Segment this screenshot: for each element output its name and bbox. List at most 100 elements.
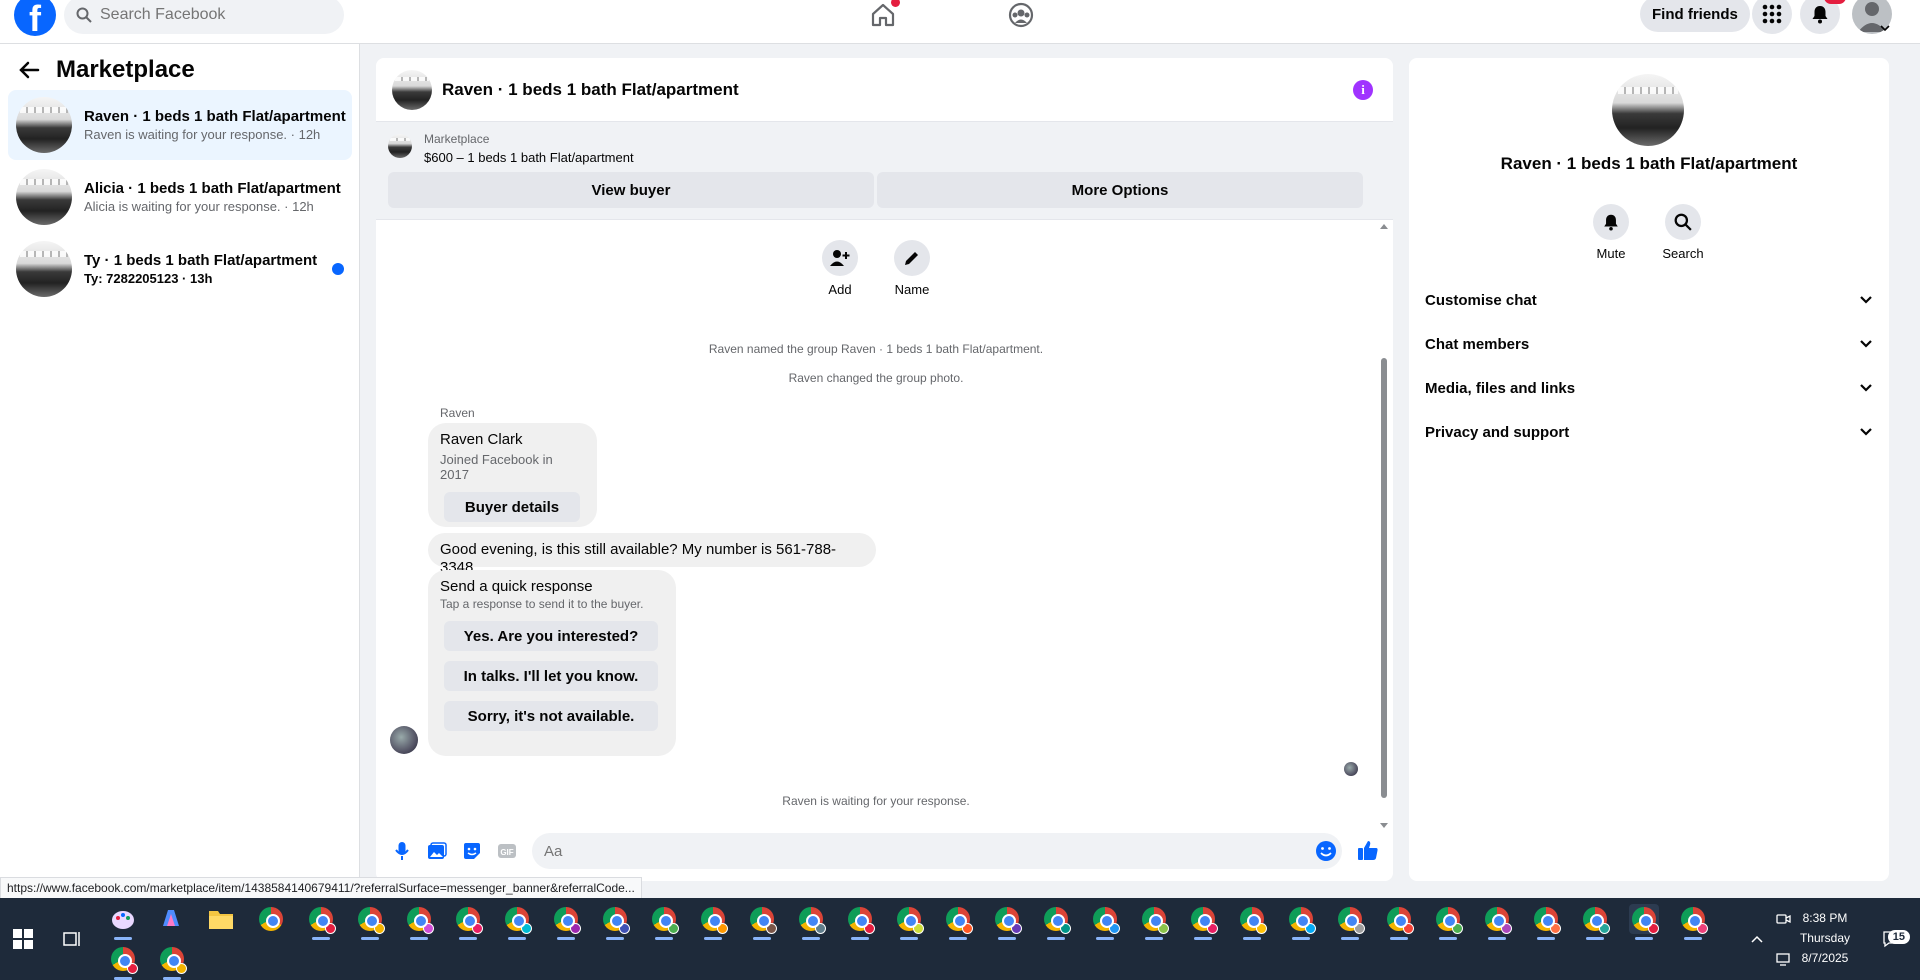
add-people-action[interactable]: Add <box>810 240 870 297</box>
chrome-profile-icon[interactable] <box>355 904 385 940</box>
network-icon[interactable] <box>1768 944 1798 974</box>
search-input[interactable] <box>100 6 320 24</box>
buyer-details-button[interactable]: Buyer details <box>444 492 580 522</box>
chrome-profile-icon[interactable] <box>108 944 138 980</box>
conversation-item[interactable]: Ty · 1 beds 1 bath Flat/apartment Ty: 72… <box>8 234 352 304</box>
chrome-profile-icon[interactable] <box>1041 904 1071 940</box>
chrome-profile-icon[interactable] <box>1384 904 1414 940</box>
section-privacy-support[interactable]: Privacy and support <box>1425 410 1873 454</box>
chat-title: Raven · 1 beds 1 bath Flat/apartment <box>442 79 739 99</box>
notification-count-badge: 15 <box>1887 930 1910 944</box>
chrome-profile-icon[interactable] <box>992 904 1022 940</box>
file-explorer-icon[interactable] <box>206 904 236 934</box>
chrome-profile-icon[interactable] <box>404 904 434 940</box>
home-icon[interactable] <box>868 0 900 30</box>
task-view-icon[interactable] <box>56 924 86 954</box>
chevron-down-icon <box>1860 340 1872 348</box>
chrome-profile-icon[interactable] <box>943 904 973 940</box>
sticker-icon[interactable] <box>460 839 484 863</box>
section-media-files-links[interactable]: Media, files and links <box>1425 366 1873 410</box>
sidebar-header: Marketplace <box>18 56 195 84</box>
microphone-icon[interactable] <box>390 839 414 863</box>
chrome-profile-icon[interactable] <box>600 904 630 940</box>
svg-text:GIF: GIF <box>500 848 513 857</box>
gif-icon[interactable]: GIF <box>495 839 519 863</box>
chrome-profile-icon-active[interactable] <box>1629 904 1659 940</box>
chrome-profile-icon[interactable] <box>1678 904 1708 940</box>
chrome-profile-icon[interactable] <box>1237 904 1267 940</box>
message-input[interactable] <box>532 833 1342 869</box>
listing-thumbnail[interactable] <box>388 134 412 158</box>
chrome-profile-icon[interactable] <box>157 944 187 980</box>
notifications-button[interactable]: 14 <box>1800 0 1846 34</box>
photo-icon[interactable] <box>425 839 449 863</box>
windows-start-icon[interactable] <box>8 924 38 954</box>
groups-icon[interactable] <box>1006 0 1036 30</box>
chrome-profile-icon[interactable] <box>698 904 728 940</box>
search-box[interactable] <box>64 0 344 34</box>
group-avatar[interactable] <box>1612 74 1684 146</box>
system-clock[interactable]: 8:38 PM Thursday 8/7/2025 <box>1800 908 1850 968</box>
chevron-down-icon <box>1880 25 1890 32</box>
quick-response-not-available[interactable]: Sorry, it's not available. <box>444 701 658 731</box>
grid-icon <box>1762 4 1782 24</box>
back-arrow-icon[interactable] <box>18 59 40 81</box>
search-action[interactable]: Search <box>1653 204 1713 261</box>
conversation-title: Ty · 1 beds 1 bath Flat/apartment <box>84 252 318 269</box>
search-icon <box>1674 213 1692 231</box>
sender-avatar[interactable] <box>390 726 418 754</box>
quick-response-yes[interactable]: Yes. Are you interested? <box>444 621 658 651</box>
chrome-profile-icon[interactable] <box>649 904 679 940</box>
paint-app-icon[interactable] <box>108 904 138 940</box>
chrome-profile-icon[interactable] <box>306 904 336 940</box>
info-icon[interactable]: i <box>1353 80 1373 100</box>
chrome-profile-icon[interactable] <box>1286 904 1316 940</box>
chrome-profile-icon[interactable] <box>845 904 875 940</box>
more-options-button[interactable]: More Options <box>877 172 1363 208</box>
chrome-profile-icon[interactable] <box>1482 904 1512 940</box>
chrome-icon[interactable] <box>256 904 286 934</box>
chrome-profile-icon[interactable] <box>1580 904 1610 940</box>
bell-icon <box>1604 214 1618 231</box>
system-message: Raven changed the group photo. <box>788 371 964 385</box>
page-scrollbar[interactable] <box>1908 44 1920 898</box>
meet-now-icon[interactable] <box>1768 904 1798 934</box>
conversation-item[interactable]: Alicia · 1 beds 1 bath Flat/apartment Al… <box>8 162 352 232</box>
scroll-up-icon[interactable] <box>1379 222 1389 230</box>
copilot-icon[interactable] <box>156 904 186 934</box>
info-title: Raven · 1 beds 1 bath Flat/apartment <box>1500 154 1798 173</box>
chrome-profile-icon[interactable] <box>551 904 581 940</box>
view-buyer-button[interactable]: View buyer <box>388 172 874 208</box>
notification-center-icon[interactable]: 15 <box>1876 924 1910 954</box>
conversation-item[interactable]: Raven · 1 beds 1 bath Flat/apartment Rav… <box>8 90 352 160</box>
find-friends-button[interactable]: Find friends <box>1640 0 1750 32</box>
section-customise-chat[interactable]: Customise chat <box>1425 278 1873 322</box>
mute-action[interactable]: Mute <box>1581 204 1641 261</box>
chrome-profile-icon[interactable] <box>453 904 483 940</box>
bell-icon <box>1812 6 1828 24</box>
chevron-down-icon <box>1860 428 1872 436</box>
section-chat-members[interactable]: Chat members <box>1425 322 1873 366</box>
scroll-thumb[interactable] <box>1381 358 1387 798</box>
section-label: Chat members <box>1425 335 1530 353</box>
chrome-profile-icon[interactable] <box>1335 904 1365 940</box>
chrome-profile-icon[interactable] <box>796 904 826 940</box>
chrome-profile-icon[interactable] <box>1090 904 1120 940</box>
menu-button[interactable] <box>1752 0 1792 34</box>
chrome-profile-icon[interactable] <box>747 904 777 940</box>
emoji-icon[interactable] <box>1314 839 1338 863</box>
chat-avatar[interactable] <box>392 69 432 110</box>
chrome-profile-icon[interactable] <box>1433 904 1463 940</box>
quick-response-in-talks[interactable]: In talks. I'll let you know. <box>444 661 658 691</box>
chrome-profile-icon[interactable] <box>502 904 532 940</box>
name-group-action[interactable]: Name <box>882 240 942 297</box>
chrome-profile-icon[interactable] <box>894 904 924 940</box>
chrome-profile-icon[interactable] <box>1188 904 1218 940</box>
thumbs-up-icon[interactable] <box>1356 838 1380 862</box>
chevron-down-icon <box>1860 384 1872 392</box>
facebook-logo[interactable]: f <box>14 0 56 36</box>
thread-scrollbar[interactable] <box>1379 222 1389 828</box>
listing-price[interactable]: $600 – 1 beds 1 bath Flat/apartment <box>424 150 634 165</box>
chrome-profile-icon[interactable] <box>1139 904 1169 940</box>
chrome-profile-icon[interactable] <box>1531 904 1561 940</box>
